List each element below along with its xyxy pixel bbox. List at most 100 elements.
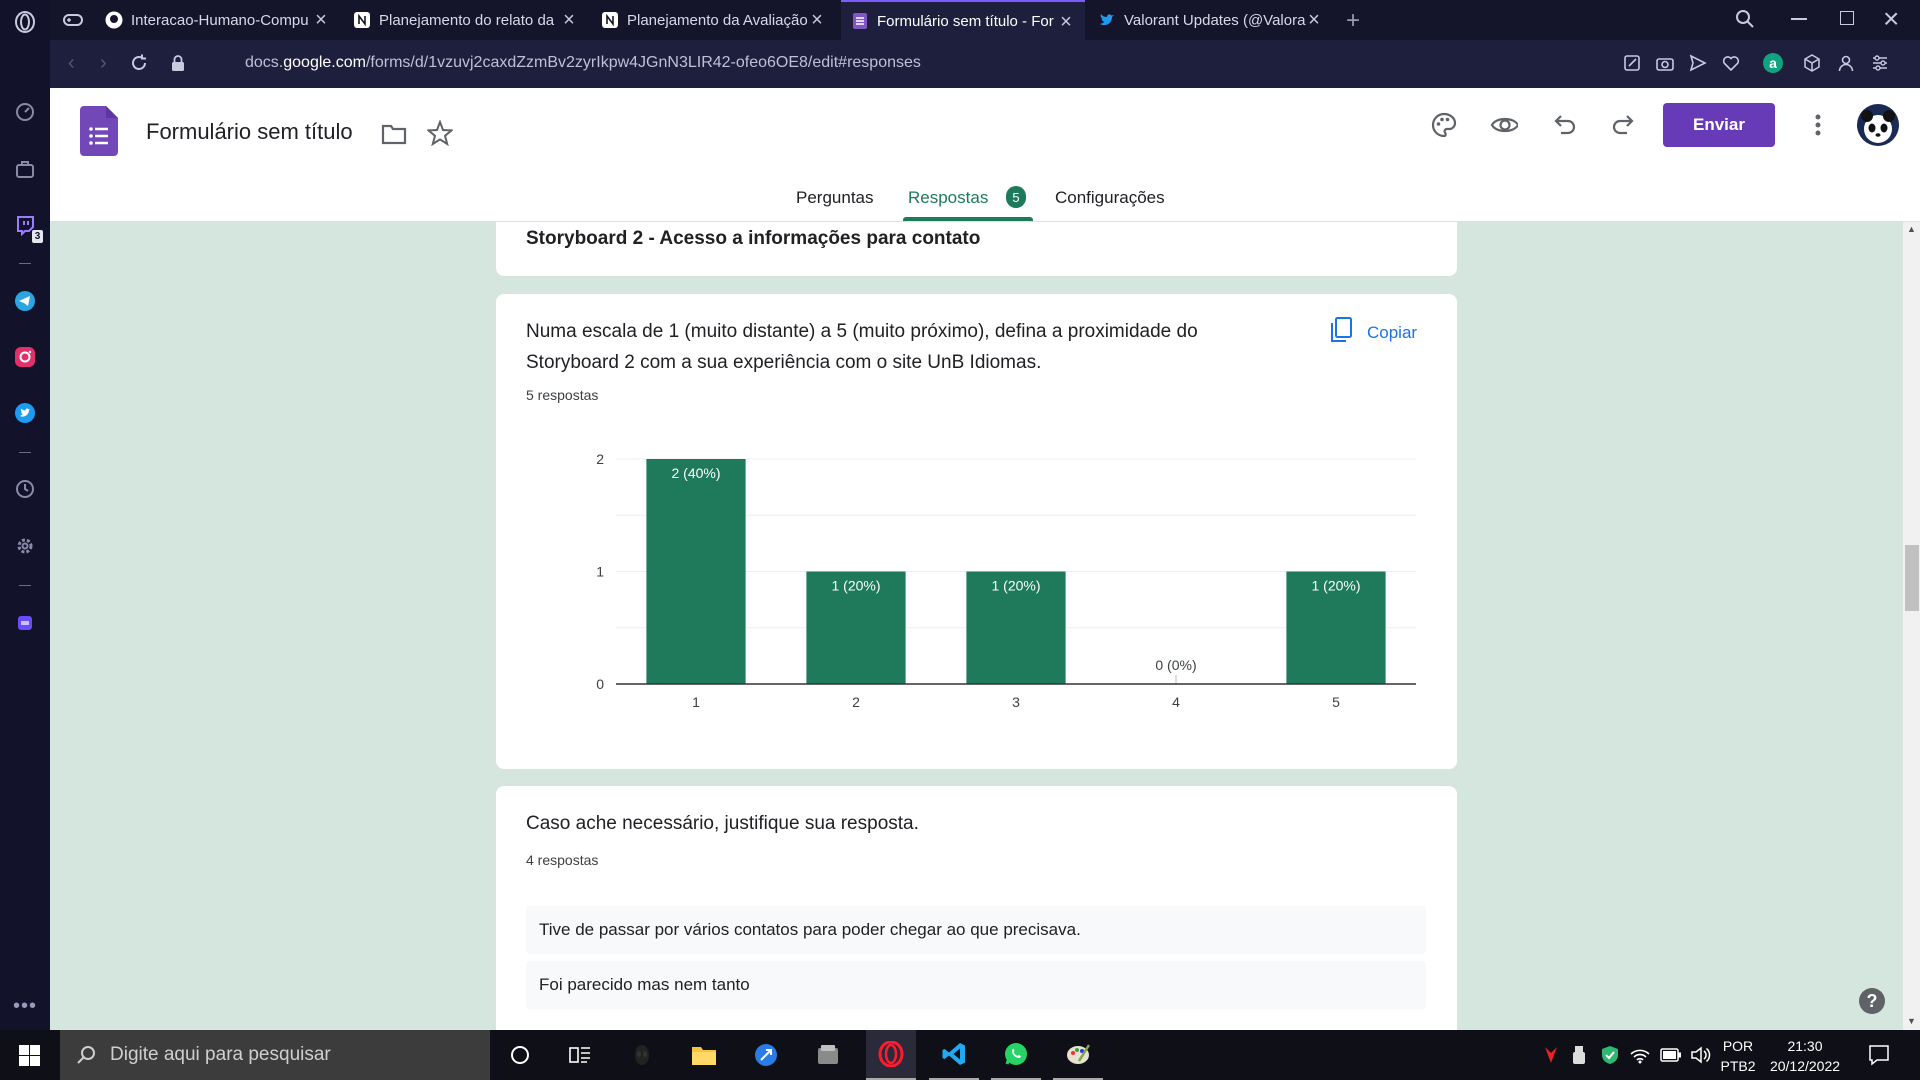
extension-a-icon[interactable]: a [1763, 53, 1783, 73]
workspaces-icon[interactable] [13, 157, 37, 181]
battery-tray-icon[interactable] [1660, 1048, 1682, 1067]
response-count: 5 respostas [526, 387, 599, 403]
close-tab-icon[interactable]: × [1057, 12, 1075, 32]
reload-icon[interactable] [129, 53, 149, 78]
data-label: 1 (20%) [1311, 578, 1360, 594]
wifi-tray-icon[interactable] [1630, 1046, 1650, 1069]
lock-icon[interactable] [171, 55, 185, 77]
tab-title: Valorant Updates (@Valora [1124, 11, 1306, 29]
google-forms-logo-icon[interactable] [80, 106, 118, 161]
twitter-icon[interactable] [13, 401, 37, 425]
notifications-icon[interactable] [1868, 1044, 1890, 1071]
account-icon[interactable] [1837, 54, 1855, 77]
back-icon[interactable]: ‹ [68, 52, 75, 75]
usb-tray-icon[interactable] [1572, 1045, 1586, 1070]
tab-4[interactable]: Valorant Updates (@Valora × [1088, 0, 1333, 40]
folder-icon[interactable] [380, 120, 408, 148]
search-tabs-icon[interactable] [1735, 9, 1755, 34]
scrollbar-thumb[interactable] [1905, 545, 1919, 611]
opera-taskbar-icon[interactable] [866, 1030, 916, 1080]
question-text-line1: Numa escala de 1 (muito distante) a 5 (m… [526, 321, 1198, 342]
notion-icon [601, 11, 619, 29]
windows-start-icon[interactable] [19, 1045, 40, 1071]
whatsapp-icon[interactable] [991, 1030, 1041, 1080]
easy-setup-icon[interactable] [1871, 54, 1889, 77]
avatar[interactable] [1857, 104, 1899, 146]
question-card: Caso ache necessário, justifique sua res… [496, 786, 1457, 1030]
y-tick-label: 0 [596, 676, 604, 692]
history-icon[interactable] [13, 477, 37, 501]
speed-dial-icon[interactable] [13, 100, 37, 124]
edit-icon[interactable] [1623, 54, 1641, 77]
settings-gear-icon[interactable] [13, 534, 37, 558]
address-bar: ‹ › docs.google.com/forms/d/1vzuvj2caxdZ… [50, 40, 1920, 88]
heart-icon[interactable] [1722, 54, 1740, 77]
instagram-icon[interactable] [13, 345, 37, 369]
active-tab-indicator [903, 217, 1033, 221]
form-title[interactable]: Formulário sem título [146, 119, 353, 145]
tab-2[interactable]: Planejamento da Avaliação × [591, 0, 836, 40]
page-scrollbar[interactable]: ▲ ▼ [1903, 222, 1920, 1030]
antivirus-tray-icon[interactable] [1543, 1045, 1559, 1070]
star-icon[interactable] [426, 119, 454, 147]
url-prefix: docs. [245, 54, 284, 71]
app-icon[interactable] [741, 1030, 791, 1080]
response-item: Tive de passar por vários contatos para … [526, 906, 1426, 954]
tab-responses[interactable]: Respostas [908, 188, 988, 208]
close-tab-icon[interactable]: × [1305, 10, 1323, 30]
minimize-icon[interactable] [1791, 18, 1807, 20]
forward-icon[interactable]: › [100, 52, 107, 75]
opera-logo-icon[interactable] [13, 10, 37, 34]
close-window-icon[interactable]: × [1883, 3, 1899, 35]
task-view-icon[interactable] [495, 1030, 545, 1080]
paint-icon[interactable] [1053, 1030, 1103, 1080]
tab-settings[interactable]: Configurações [1055, 188, 1165, 208]
system-clock[interactable]: 21:30 20/12/2022 [1760, 1036, 1850, 1076]
gamepad-icon[interactable] [62, 10, 84, 35]
extension-icon[interactable] [13, 611, 37, 635]
camera-icon[interactable] [1656, 54, 1674, 77]
close-tab-icon[interactable]: × [560, 10, 578, 30]
tab-0[interactable]: Interacao-Humano-Compu × [95, 0, 340, 40]
alienware-icon[interactable] [617, 1030, 667, 1080]
send-button[interactable]: Enviar [1663, 103, 1775, 147]
tab-3-active[interactable]: Formulário sem título - For × [841, 0, 1085, 40]
input-language-indicator[interactable]: POR PTB2 [1718, 1036, 1758, 1076]
scroll-up-icon[interactable]: ▲ [1907, 224, 1916, 234]
cube-icon[interactable] [1803, 54, 1821, 77]
tab-title: Formulário sem título - For [877, 12, 1054, 30]
more-options-icon[interactable] [1804, 111, 1832, 139]
close-tab-icon[interactable]: × [808, 10, 826, 30]
palette-icon[interactable] [1430, 111, 1458, 139]
responses-bar-chart: 0 1 2 2 (40%) 1 1 (20%) 2 1 (20%) 3 0 (0%) 4 1 (20%… [596, 451, 1416, 710]
search-icon [76, 1045, 96, 1071]
close-tab-icon[interactable]: × [312, 10, 330, 30]
app-icon[interactable] [803, 1030, 853, 1080]
github-icon [105, 11, 123, 29]
undo-icon[interactable] [1550, 111, 1578, 139]
file-explorer-icon[interactable] [679, 1030, 729, 1080]
new-tab-icon[interactable]: + [1346, 7, 1360, 35]
x-tick-label: 5 [1332, 694, 1340, 710]
tab-1[interactable]: Planejamento do relato da × [343, 0, 588, 40]
restore-icon[interactable] [1840, 11, 1854, 25]
help-icon[interactable]: ? [1859, 988, 1885, 1014]
taskbar-search-box[interactable]: Digite aqui para pesquisar [60, 1030, 490, 1080]
copy-chart-button[interactable]: Copiar [1328, 316, 1417, 349]
url-path: /forms/d/1vzuvj2caxdZzmBv2zyrIkpw4JGnN3L… [365, 54, 921, 71]
notion-icon [353, 11, 371, 29]
url-field[interactable]: docs.google.com/forms/d/1vzuvj2caxdZzmBv… [245, 54, 921, 72]
telegram-icon[interactable] [13, 289, 37, 313]
send-icon[interactable] [1689, 54, 1707, 77]
twitter-icon [1098, 11, 1116, 29]
preview-eye-icon[interactable] [1490, 111, 1518, 139]
widgets-icon[interactable] [555, 1030, 605, 1080]
scroll-down-icon[interactable]: ▼ [1907, 1016, 1916, 1026]
more-icon[interactable]: ••• [13, 995, 37, 1018]
volume-tray-icon[interactable] [1690, 1045, 1712, 1070]
redo-icon[interactable] [1610, 111, 1638, 139]
tab-questions[interactable]: Perguntas [796, 188, 874, 208]
forms-header: Formulário sem título Enviar Perguntas R… [50, 88, 1920, 222]
vscode-icon[interactable] [929, 1030, 979, 1080]
security-tray-icon[interactable] [1601, 1045, 1619, 1070]
